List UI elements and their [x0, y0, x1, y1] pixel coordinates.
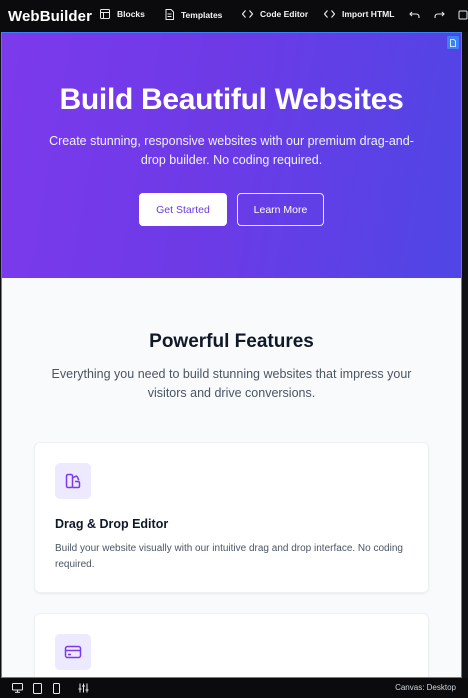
import-html-label: Import HTML	[342, 9, 395, 19]
document-icon	[450, 38, 456, 47]
undo-icon[interactable]	[409, 10, 420, 20]
bottom-bar: Canvas: Desktop	[0, 678, 468, 698]
feature-card[interactable]	[34, 613, 429, 677]
brand-logo[interactable]: WebBuilder	[8, 8, 92, 25]
code-icon	[324, 10, 335, 18]
feature-card[interactable]: Drag & Drop Editor Build your website vi…	[34, 442, 429, 593]
document-icon	[165, 9, 174, 20]
blocks-label: Blocks	[117, 9, 145, 19]
hero-section[interactable]: Build Beautiful Websites Create stunning…	[2, 33, 461, 278]
import-html-button[interactable]: Import HTML	[324, 9, 394, 19]
redo-icon[interactable]	[434, 10, 445, 20]
selected-element-badge[interactable]	[447, 36, 459, 49]
features-title: Powerful Features	[149, 331, 314, 352]
top-toolbar: WebBuilder Blocks Templates Code Editor …	[0, 0, 468, 32]
code-icon	[242, 10, 253, 18]
sliders-icon[interactable]	[78, 683, 89, 693]
feature-card-title: Drag & Drop Editor	[55, 517, 169, 531]
more-icon[interactable]	[458, 10, 468, 20]
get-started-button[interactable]: Get Started	[139, 193, 227, 226]
desktop-icon[interactable]	[12, 683, 23, 693]
palette-icon	[55, 463, 91, 499]
code-editor-label: Code Editor	[260, 9, 309, 19]
blocks-icon	[100, 9, 110, 19]
editor-canvas[interactable]: Build Beautiful Websites Create stunning…	[1, 32, 462, 678]
templates-label: Templates	[181, 9, 223, 20]
hero-title: Build Beautiful Websites	[59, 83, 404, 116]
mobile-icon[interactable]	[53, 683, 60, 694]
templates-button[interactable]: Templates	[165, 9, 222, 20]
learn-more-button[interactable]: Learn More	[237, 193, 324, 226]
credit-card-icon	[55, 634, 91, 670]
panel-edge	[462, 32, 468, 678]
features-subtitle: Everything you need to build stunning we…	[51, 367, 412, 400]
tablet-icon[interactable]	[33, 683, 42, 694]
feature-card-text: Build your website visually with our int…	[55, 543, 403, 570]
hero-subtitle: Create stunning, responsive websites wit…	[49, 134, 414, 167]
canvas-status: Canvas: Desktop	[395, 683, 456, 692]
blocks-button[interactable]: Blocks	[100, 9, 145, 19]
code-editor-button[interactable]: Code Editor	[242, 9, 308, 19]
